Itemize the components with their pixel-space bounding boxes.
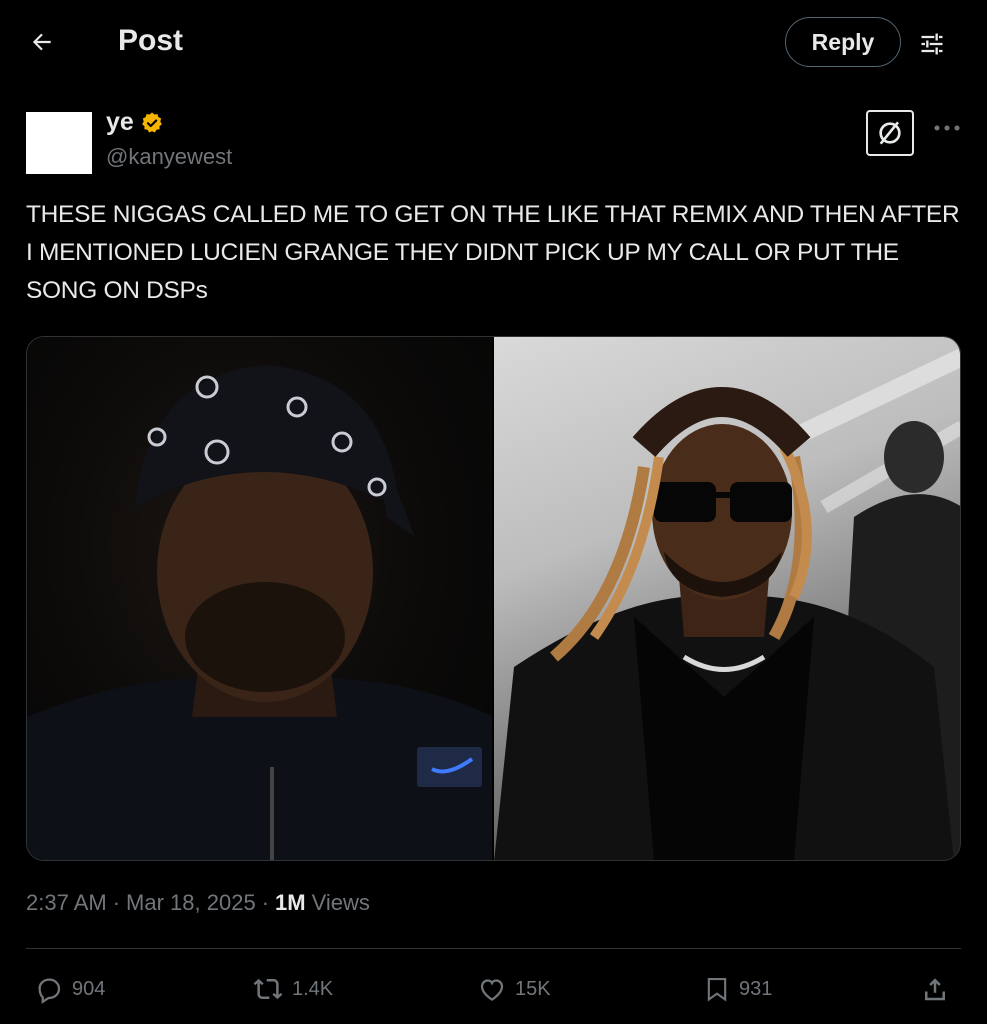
- reply-action[interactable]: 904: [34, 964, 105, 1014]
- grok-icon: [879, 121, 901, 145]
- views-label: Views: [311, 890, 370, 915]
- bookmark-action[interactable]: 931: [703, 964, 772, 1014]
- author-name-row: ye: [106, 108, 164, 137]
- photo-left[interactable]: [27, 337, 492, 860]
- like-count: 15K: [515, 977, 551, 1000]
- photo-left-image: [27, 365, 492, 860]
- more-icon: [934, 125, 960, 131]
- media-grid[interactable]: [26, 336, 961, 861]
- post-text: THESE NIGGAS CALLED ME TO GET ON THE LIK…: [26, 201, 960, 304]
- avatar[interactable]: [26, 112, 92, 174]
- more-button[interactable]: [930, 116, 964, 140]
- photo-right-image: [494, 348, 960, 860]
- author-handle[interactable]: @kanyewest: [106, 144, 232, 170]
- action-bar: 904 1.4K 15K 931: [0, 964, 987, 1014]
- bookmark-icon: [707, 978, 727, 1002]
- like-action[interactable]: 15K: [477, 964, 551, 1014]
- filter-button[interactable]: [914, 26, 950, 62]
- separator-dot: ·: [261, 890, 270, 915]
- reply-count: 904: [72, 977, 106, 1000]
- photo-right[interactable]: [494, 337, 960, 860]
- repost-icon: [253, 978, 283, 1000]
- post-date[interactable]: Mar 18, 2025: [126, 890, 256, 916]
- filter-icon: [921, 33, 943, 55]
- grok-button[interactable]: [866, 110, 914, 156]
- divider: [26, 948, 961, 949]
- like-icon: [480, 979, 504, 1001]
- back-button[interactable]: [22, 22, 62, 62]
- page-title: Post: [118, 24, 184, 57]
- separator-dot: ·: [112, 890, 121, 915]
- reply-button[interactable]: Reply: [785, 17, 901, 67]
- display-name[interactable]: ye: [106, 108, 134, 137]
- repost-action[interactable]: 1.4K: [252, 964, 333, 1014]
- post-time[interactable]: 2:37 AM: [26, 890, 107, 916]
- post-page: Post Reply ye @kanyewest THESE NIGGAS CA…: [0, 0, 987, 1024]
- verified-badge-icon: [141, 112, 162, 132]
- share-action[interactable]: [920, 964, 950, 1014]
- post-meta: 2:37 AM · Mar 18, 2025 · 1M Views: [26, 890, 370, 916]
- views-count: 1M: [275, 890, 306, 915]
- back-arrow-icon: [32, 33, 51, 51]
- bookmark-count: 931: [739, 977, 773, 1000]
- share-icon: [925, 978, 945, 1001]
- header: Post Reply: [0, 0, 987, 88]
- repost-count: 1.4K: [292, 977, 334, 1000]
- reply-icon: [38, 978, 61, 1004]
